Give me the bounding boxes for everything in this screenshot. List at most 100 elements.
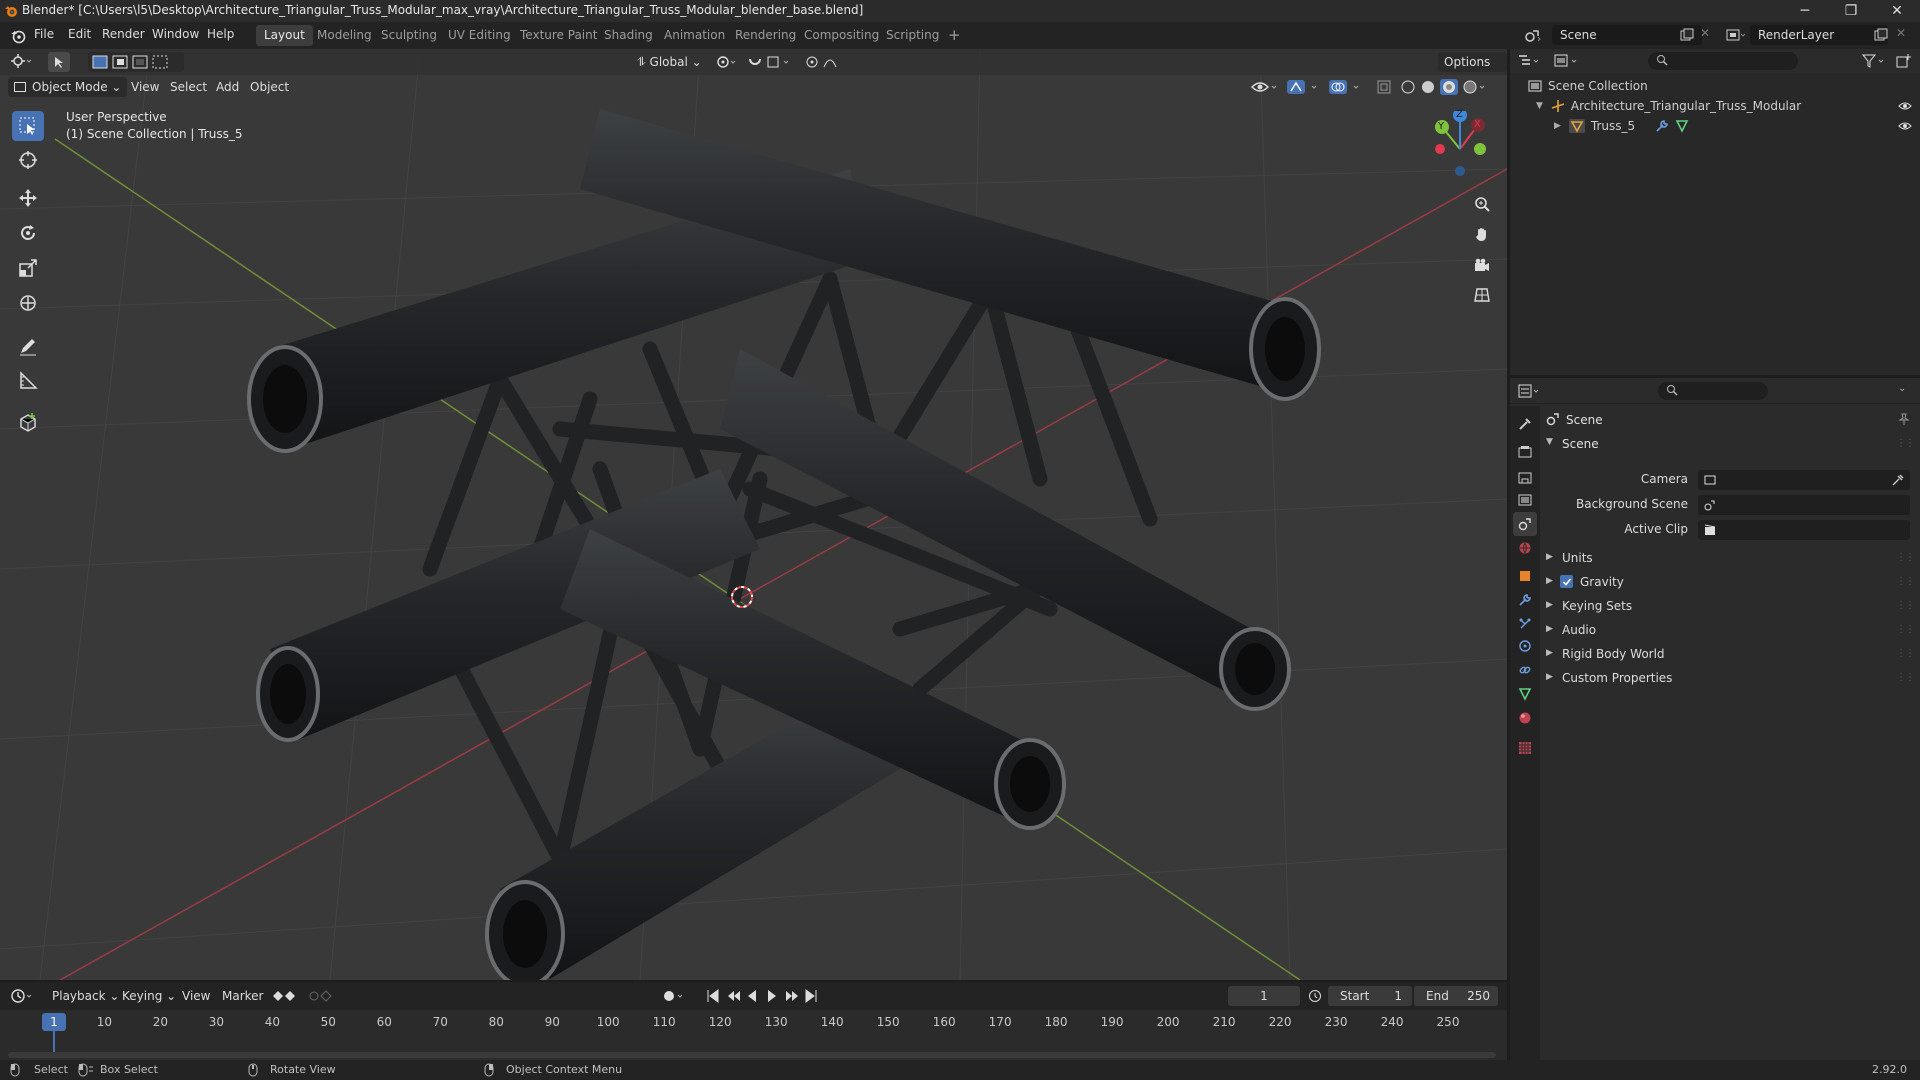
tab-scripting[interactable]: Scripting <box>878 25 947 46</box>
start-frame-field[interactable]: Start 1 <box>1328 986 1412 1006</box>
visibility-icon[interactable] <box>1250 79 1280 95</box>
zoom-view-button[interactable] <box>1468 190 1496 218</box>
pan-view-button[interactable] <box>1468 220 1496 248</box>
truss-model[interactable] <box>247 109 1321 980</box>
tab-rendering[interactable]: Rendering <box>727 25 804 46</box>
move-tool[interactable] <box>12 183 44 213</box>
drag-handle-icon[interactable]: ⋮⋮ <box>1896 648 1915 659</box>
timeline-editor-icon[interactable] <box>10 988 36 1004</box>
tab-modifiers[interactable] <box>1513 588 1537 612</box>
expand-toggle-icon[interactable]: ▶ <box>1554 121 1561 131</box>
scale-tool[interactable] <box>12 253 44 283</box>
tab-render[interactable] <box>1513 440 1537 464</box>
menu-view[interactable]: View <box>125 77 165 97</box>
end-frame-field[interactable]: End 250 <box>1414 986 1498 1006</box>
transform-orientation-dropdown[interactable]: ⥮ Global ⌄ <box>631 52 708 72</box>
proportional-editing-icon[interactable] <box>806 55 846 69</box>
background-scene-field[interactable] <box>1698 495 1910 515</box>
drag-handle-icon[interactable]: ⋮⋮ <box>1896 552 1915 563</box>
timeline-track-area[interactable]: 1 10 20 30 40 50 60 70 80 90 100 110 120 130 140 150 160… <box>0 1010 1507 1060</box>
outliner-row-scene-collection[interactable]: Scene Collection <box>1528 77 1648 95</box>
drag-handle-icon[interactable]: ⋮⋮ <box>1896 438 1915 449</box>
remove-view-layer-icon[interactable]: ✕ <box>1896 26 1906 40</box>
gravity-panel-header[interactable]: ▶ Gravity ⋮⋮ <box>1540 573 1920 593</box>
marker-menu[interactable]: Marker <box>216 986 269 1006</box>
mesh-data-icon[interactable] <box>1675 119 1689 133</box>
new-collection-icon[interactable] <box>1896 54 1912 68</box>
snap-icon[interactable] <box>748 55 796 69</box>
select-box-tool[interactable] <box>12 111 44 141</box>
scene-panel-header[interactable]: ▼ Scene ⋮⋮ <box>1540 434 1920 456</box>
drag-handle-icon[interactable]: ⋮⋮ <box>1896 600 1915 611</box>
xray-toggle-icon[interactable] <box>1376 79 1392 95</box>
menu-file[interactable]: File <box>34 27 54 41</box>
minimize-button[interactable]: ─ <box>1782 0 1828 22</box>
tab-scene[interactable] <box>1513 512 1537 536</box>
tab-tool[interactable] <box>1513 412 1537 436</box>
view-layer-icon[interactable] <box>1726 28 1746 42</box>
menu-render[interactable]: Render <box>102 27 145 41</box>
measure-tool[interactable] <box>12 366 44 396</box>
drag-handle-icon[interactable]: ⋮⋮ <box>1896 624 1915 635</box>
timeline-scrollbar[interactable] <box>8 1052 1496 1058</box>
preview-range-icon[interactable] <box>1308 989 1322 1003</box>
timeline-view-menu[interactable]: View <box>176 986 216 1006</box>
tab-object-data[interactable] <box>1513 682 1537 706</box>
tab-modeling[interactable]: Modeling <box>309 25 380 46</box>
filter-icon[interactable] <box>1862 54 1888 68</box>
menu-select[interactable]: Select <box>164 77 213 97</box>
properties-editor-icon[interactable] <box>1518 384 1544 398</box>
new-view-layer-icon[interactable] <box>1874 28 1888 42</box>
playback-controls-icon[interactable] <box>706 989 818 1003</box>
select-tool-icon[interactable] <box>48 52 70 72</box>
scene-selector-icon[interactable] <box>1524 28 1542 44</box>
keying-sets-panel-header[interactable]: ▶ Keying Sets ⋮⋮ <box>1540 597 1920 617</box>
pivot-point-icon[interactable] <box>716 55 740 69</box>
pin-icon[interactable] <box>1898 413 1910 425</box>
gizmo-toggle-icon[interactable] <box>1286 79 1322 95</box>
3d-viewport[interactable]: ⥮ Global ⌄ Options ⌄ Object Mode ⌄ View … <box>0 49 1507 980</box>
options-dropdown[interactable]: Options ⌄ <box>1438 52 1507 89</box>
eyedropper-icon[interactable] <box>1892 474 1904 486</box>
ortho-toggle-button[interactable] <box>1468 281 1496 309</box>
annotate-tool[interactable] <box>12 331 44 361</box>
properties-search-input[interactable] <box>1658 382 1768 400</box>
tab-material[interactable] <box>1513 706 1537 730</box>
close-window-button[interactable]: ✕ <box>1874 0 1920 22</box>
new-scene-icon[interactable] <box>1680 28 1694 42</box>
editor-type-icon[interactable] <box>10 52 34 70</box>
keyframe-controls-icon[interactable] <box>272 989 344 1003</box>
tab-view-layer[interactable] <box>1513 488 1537 512</box>
audio-panel-header[interactable]: ▶ Audio ⋮⋮ <box>1540 621 1920 641</box>
tab-object[interactable] <box>1513 564 1537 588</box>
active-clip-field[interactable] <box>1698 520 1910 540</box>
gravity-checkbox[interactable] <box>1560 575 1573 588</box>
playback-menu[interactable]: Playback ⌄ <box>46 986 125 1006</box>
display-mode-icon[interactable] <box>1554 54 1582 68</box>
tab-texture-paint[interactable]: Texture Paint <box>512 25 605 46</box>
drag-handle-icon[interactable]: ⋮⋮ <box>1896 672 1915 683</box>
navigation-gizmo[interactable]: X Y Z <box>1418 109 1502 191</box>
outliner-row-truss[interactable]: ▶ Truss_5 <box>1554 117 1689 135</box>
drag-handle-icon[interactable]: ⋮⋮ <box>1896 576 1915 587</box>
units-panel-header[interactable]: ▶ Units ⋮⋮ <box>1540 549 1920 569</box>
menu-help[interactable]: Help <box>207 27 234 41</box>
tab-physics[interactable] <box>1513 634 1537 658</box>
collection-visibility-icon[interactable] <box>1898 100 1912 112</box>
selection-mode-icon[interactable] <box>88 52 184 72</box>
maximize-button[interactable]: ❐ <box>1828 0 1874 22</box>
menu-add[interactable]: Add <box>210 77 245 97</box>
tab-shading[interactable]: Shading <box>596 25 661 46</box>
tab-particles[interactable] <box>1513 612 1537 636</box>
expand-toggle-icon[interactable]: ▼ <box>1536 101 1543 111</box>
cursor-tool[interactable] <box>12 145 44 175</box>
tab-constraints[interactable] <box>1513 658 1537 682</box>
menu-edit[interactable]: Edit <box>68 27 91 41</box>
tab-animation[interactable]: Animation <box>656 25 733 46</box>
current-frame-field[interactable]: 1 <box>1228 986 1300 1006</box>
menu-window[interactable]: Window <box>152 27 199 41</box>
outliner-search-input[interactable] <box>1648 52 1798 70</box>
view-layer-field[interactable]: RenderLayer <box>1750 25 1888 45</box>
remove-scene-icon[interactable]: ✕ <box>1700 26 1710 40</box>
modifier-wrench-icon[interactable] <box>1655 119 1669 133</box>
